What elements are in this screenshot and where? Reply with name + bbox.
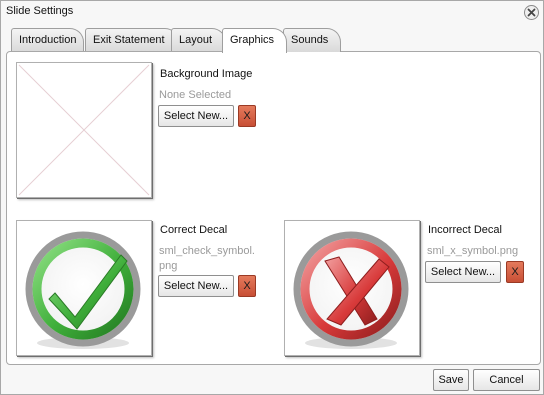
cancel-button[interactable]: Cancel	[473, 369, 540, 391]
close-button[interactable]	[524, 5, 539, 20]
incorrect-decal-label: Incorrect Decal	[428, 224, 502, 236]
incorrect-decal-value: sml_x_symbol.png	[427, 245, 519, 257]
correct-remove-button[interactable]: X	[238, 275, 256, 297]
correct-decal-preview[interactable]	[16, 220, 152, 356]
tab-sounds[interactable]: Sounds	[283, 28, 341, 52]
background-image-preview[interactable]	[16, 62, 152, 198]
slide-settings-dialog: Slide Settings Introduction Exit Stateme…	[0, 0, 544, 395]
tab-graphics[interactable]: Graphics	[222, 28, 287, 53]
tab-layout[interactable]: Layout	[171, 28, 226, 52]
tab-introduction[interactable]: Introduction	[11, 28, 84, 52]
background-select-new-button[interactable]: Select New...	[158, 105, 234, 127]
incorrect-select-new-button[interactable]: Select New...	[425, 261, 501, 283]
tab-exit-statement[interactable]: Exit Statement	[85, 28, 179, 52]
correct-decal-value-line2: png	[159, 260, 178, 272]
check-symbol-icon	[25, 231, 141, 349]
background-image-label: Background Image	[160, 68, 253, 80]
dialog-title: Slide Settings	[6, 5, 74, 17]
correct-decal-value-line1: sml_check_symbol.	[159, 245, 255, 257]
correct-decal-label: Correct Decal	[160, 224, 228, 236]
close-icon	[527, 8, 536, 17]
placeholder-image-icon	[18, 64, 150, 196]
graphics-panel: Background Image None Selected Select Ne…	[6, 51, 541, 365]
correct-select-new-button[interactable]: Select New...	[158, 275, 234, 297]
background-image-value: None Selected	[159, 89, 232, 101]
incorrect-decal-preview[interactable]	[284, 220, 420, 356]
save-button[interactable]: Save	[433, 369, 469, 391]
x-symbol-icon	[293, 231, 409, 349]
background-remove-button[interactable]: X	[238, 105, 256, 127]
incorrect-remove-button[interactable]: X	[506, 261, 524, 283]
